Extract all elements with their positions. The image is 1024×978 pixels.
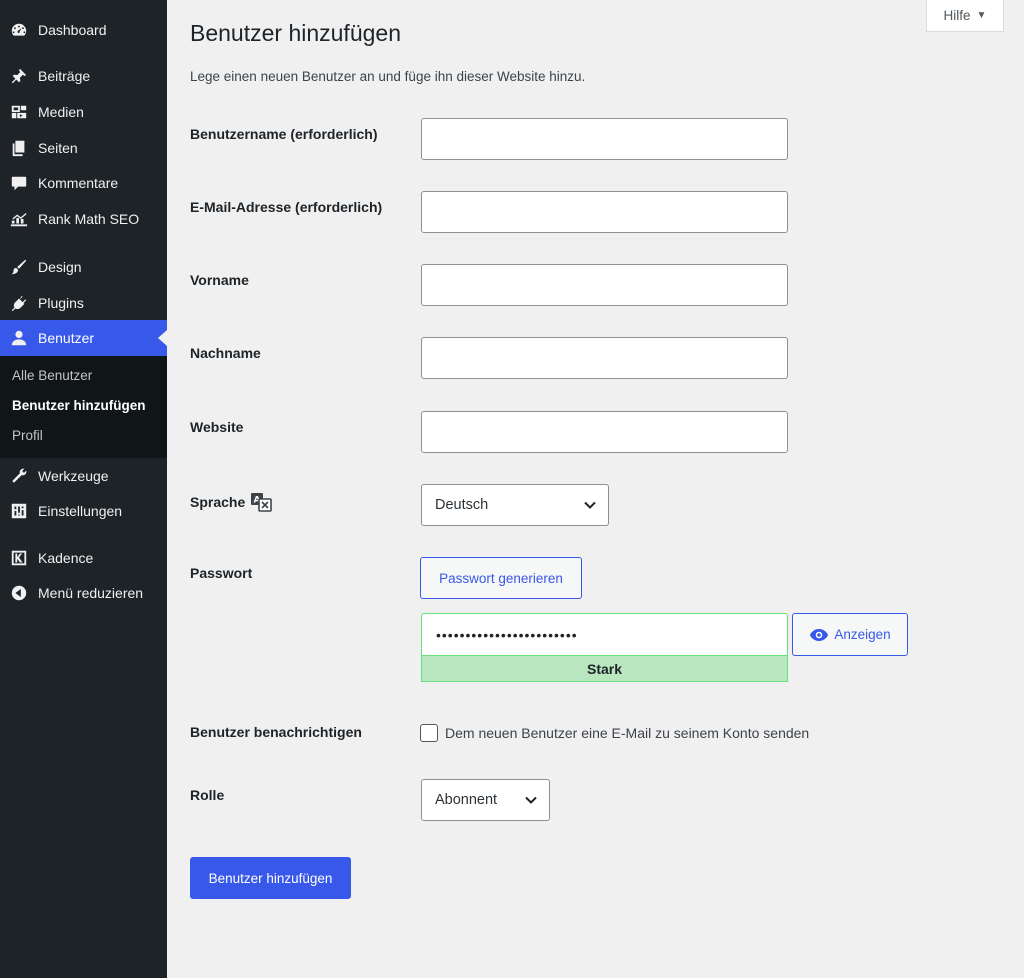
kadence-icon [9, 548, 29, 568]
lastname-input[interactable] [421, 337, 788, 379]
sidebar-item-seiten[interactable]: Seiten [0, 130, 167, 166]
submenu-item-profil[interactable]: Profil [12, 428, 43, 443]
dashboard-icon [9, 20, 29, 40]
sidebar-item-label: Kommentare [38, 175, 119, 191]
media-icon [9, 102, 29, 122]
page-title: Benutzer hinzufügen [190, 20, 401, 46]
sidebar-item-werkzeuge[interactable]: Werkzeuge [0, 458, 167, 494]
sidebar-item-label: Werkzeuge [38, 468, 109, 484]
website-label: Website [190, 419, 244, 435]
show-password-button[interactable]: Anzeigen [792, 613, 908, 656]
page-description: Lege einen neuen Benutzer an und füge ih… [190, 69, 586, 84]
sidebar-item-plugins[interactable]: Plugins [0, 285, 167, 321]
role-select-value: Abonnent [435, 792, 498, 808]
sidebar-item-label: Design [38, 259, 82, 275]
sidebar-item-label: Medien [38, 104, 84, 120]
pages-icon [9, 138, 29, 158]
lastname-label: Nachname [190, 345, 261, 361]
sidebar-item-rank-math[interactable]: Rank Math SEO [0, 201, 167, 237]
help-tab-button[interactable]: Hilfe ▼ [926, 0, 1004, 32]
show-password-label: Anzeigen [834, 627, 891, 642]
pin-icon [9, 66, 29, 86]
password-strength-meter: Stark [421, 655, 788, 682]
sidebar-item-medien[interactable]: Medien [0, 94, 167, 130]
language-select-value: Deutsch [435, 497, 489, 513]
sidebar-item-label: Dashboard [38, 22, 107, 38]
generate-password-button[interactable]: Passwort generieren [420, 557, 582, 599]
user-icon [9, 328, 29, 348]
email-label: E-Mail-Adresse (erforderlich) [190, 199, 383, 215]
sidebar-item-label: Rank Math SEO [38, 211, 140, 227]
brush-icon [9, 257, 29, 277]
submenu-item-benutzer-hinzufuegen[interactable]: Benutzer hinzufügen [12, 398, 146, 413]
password-label: Passwort [190, 565, 253, 581]
notify-checkbox[interactable] [420, 724, 438, 742]
language-label: Sprache [190, 494, 246, 510]
settings-icon [9, 501, 29, 521]
plugin-icon [9, 293, 29, 313]
sidebar-item-kadence[interactable]: Kadence [0, 540, 167, 576]
eye-icon [810, 628, 829, 641]
firstname-input[interactable] [421, 264, 788, 306]
sidebar-item-label: Seiten [38, 140, 78, 156]
sidebar-item-beitraege[interactable]: Beiträge [0, 58, 167, 94]
users-submenu: Alle Benutzer Benutzer hinzufügen Profil [0, 356, 167, 458]
add-user-submit-button[interactable]: Benutzer hinzufügen [190, 857, 351, 899]
sidebar-item-dashboard[interactable]: Dashboard [0, 12, 167, 48]
sidebar-item-kommentare[interactable]: Kommentare [0, 165, 167, 201]
sidebar-item-label: Benutzer [38, 330, 95, 346]
password-input[interactable]: •••••••••••••••••••••••• [421, 613, 788, 655]
translate-icon: A [250, 492, 273, 512]
sidebar-item-label: Menü reduzieren [38, 585, 144, 601]
language-select[interactable]: Deutsch [421, 484, 609, 526]
collapse-menu-button[interactable]: Menü reduzieren [0, 575, 167, 611]
rank-math-icon [9, 209, 29, 229]
chevron-down-icon [584, 501, 596, 509]
help-label: Hilfe [943, 7, 971, 23]
submenu-item-alle-benutzer[interactable]: Alle Benutzer [12, 368, 92, 383]
notify-description: Dem neuen Benutzer eine E-Mail zu seinem… [445, 725, 810, 741]
password-mask: •••••••••••••••••••••••• [436, 626, 578, 643]
wrench-icon [9, 466, 29, 486]
username-label: Benutzername (erforderlich) [190, 126, 378, 142]
sidebar-item-einstellungen[interactable]: Einstellungen [0, 493, 167, 529]
collapse-icon [9, 583, 29, 603]
language-label-row: Sprache A [190, 492, 273, 512]
email-input[interactable] [421, 191, 788, 233]
notify-label: Benutzer benachrichtigen [190, 724, 362, 740]
caret-down-icon: ▼ [976, 9, 987, 21]
website-input[interactable] [421, 411, 788, 453]
comment-icon [9, 173, 29, 193]
username-input[interactable] [421, 118, 788, 160]
sidebar-item-label: Einstellungen [38, 503, 123, 519]
sidebar-item-label: Kadence [38, 550, 94, 566]
role-select[interactable]: Abonnent [421, 779, 550, 821]
sidebar-item-label: Beiträge [38, 68, 91, 84]
sidebar-item-design[interactable]: Design [0, 249, 167, 285]
chevron-down-icon [525, 796, 537, 804]
role-label: Rolle [190, 787, 225, 803]
firstname-label: Vorname [190, 272, 249, 288]
sidebar-item-benutzer[interactable]: Benutzer [0, 320, 167, 356]
sidebar-item-label: Plugins [38, 295, 84, 311]
admin-sidebar: Dashboard Beiträge Medien Seiten Komment… [0, 0, 167, 978]
